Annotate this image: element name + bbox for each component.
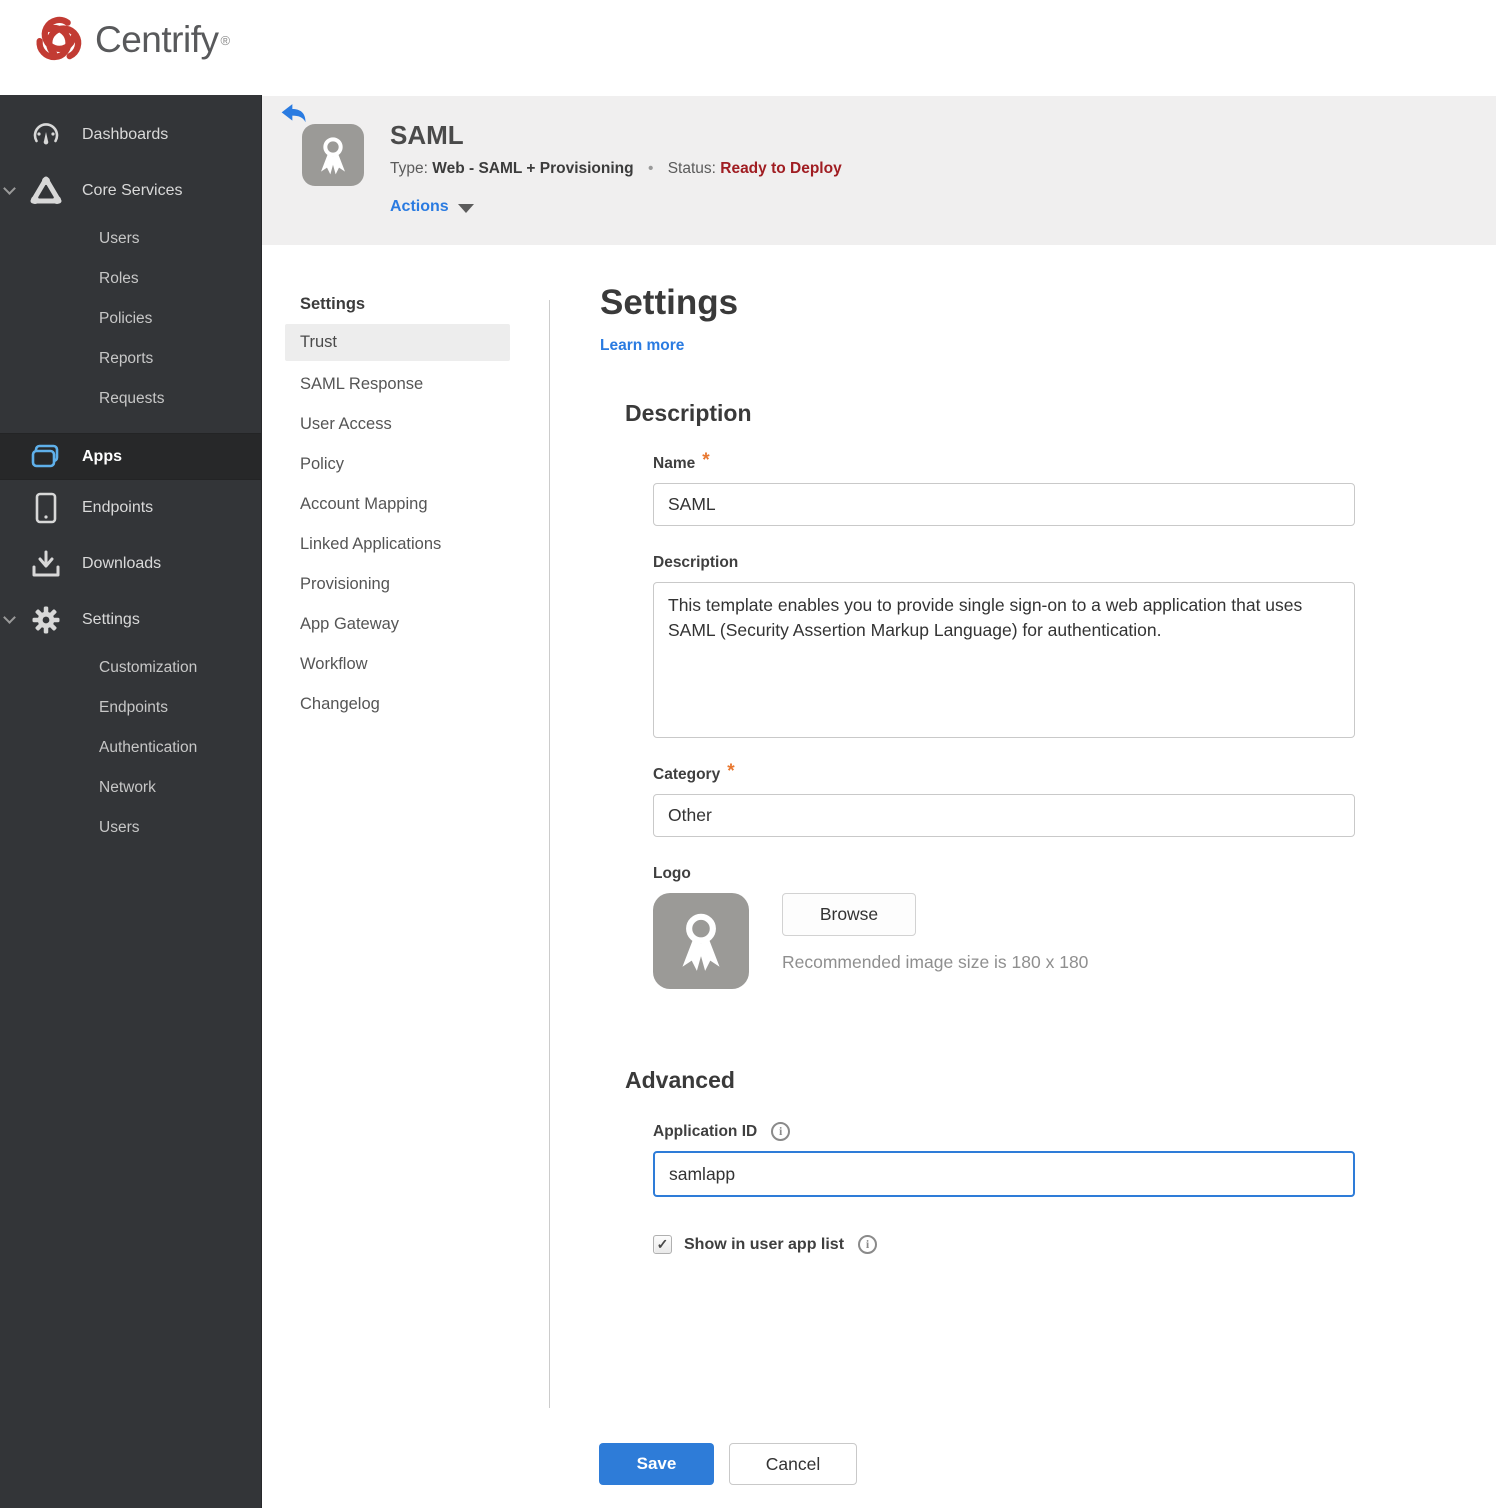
application-id-field[interactable] xyxy=(653,1151,1355,1197)
page-title: SAML xyxy=(390,120,464,150)
sidebar-item-network[interactable]: Network xyxy=(0,768,261,808)
required-asterisk: * xyxy=(702,450,710,471)
subnav-item-provisioning[interactable]: Provisioning xyxy=(285,564,510,604)
gauge-icon xyxy=(28,120,64,150)
description-label: Description xyxy=(653,554,739,571)
application-id-label: Application ID xyxy=(653,1122,758,1140)
sidebar-item-core-services[interactable]: Core Services xyxy=(0,163,261,219)
sidebar-item-settings-users[interactable]: Users xyxy=(0,808,261,848)
logo-preview xyxy=(653,893,749,989)
sidebar-item-label: Apps xyxy=(82,447,122,465)
sidebar-item-label: Dashboards xyxy=(82,126,169,143)
subnav-item-trust[interactable]: Trust xyxy=(285,324,510,361)
application-id-label-row: Application ID i xyxy=(653,1122,1390,1141)
category-field[interactable] xyxy=(653,794,1355,837)
logo-size-hint: Recommended image size is 180 x 180 xyxy=(782,952,1089,972)
vertical-divider xyxy=(549,300,550,1408)
sidebar-item-label: Settings xyxy=(82,611,140,628)
name-label-row: Name * xyxy=(653,450,1390,473)
sidebar-item-customization[interactable]: Customization xyxy=(0,648,261,688)
saml-app-icon xyxy=(302,124,364,186)
description-heading: Description xyxy=(625,400,752,426)
info-icon[interactable]: i xyxy=(771,1122,791,1141)
name-label: Name xyxy=(653,455,696,472)
chevron-down-icon[interactable] xyxy=(5,184,14,193)
dropdown-triangle-icon xyxy=(457,203,474,213)
browse-button[interactable]: Browse xyxy=(782,893,916,936)
apps-icon xyxy=(28,444,64,470)
brand-registered-mark: ® xyxy=(220,32,231,48)
sidebar-item-apps[interactable]: Apps xyxy=(0,433,261,480)
logo-label: Logo xyxy=(653,865,691,882)
info-icon[interactable]: i xyxy=(858,1235,878,1254)
top-bar: Centrify ® xyxy=(0,0,1496,95)
subnav-list: Trust SAML Response User Access Policy A… xyxy=(285,324,510,724)
award-ribbon-icon xyxy=(682,913,720,971)
sidebar-item-label: Core Services xyxy=(82,182,183,199)
back-arrow-icon[interactable] xyxy=(280,102,310,128)
subnav-item-user-access[interactable]: User Access xyxy=(285,404,510,444)
type-label: Type: xyxy=(390,160,428,177)
category-label-row: Category * xyxy=(653,761,1390,784)
sidebar-item-policies[interactable]: Policies xyxy=(0,299,261,339)
type-value: Web - SAML + Provisioning xyxy=(432,160,634,177)
sidebar-item-endpoints[interactable]: Endpoints xyxy=(0,480,261,536)
sidebar-item-label: Downloads xyxy=(82,555,162,572)
learn-more-link[interactable]: Learn more xyxy=(600,337,684,355)
show-in-user-app-list-row: ✓ Show in user app list i xyxy=(653,1235,1390,1254)
subnav-item-account-mapping[interactable]: Account Mapping xyxy=(285,484,510,524)
settings-subnav: Settings Trust SAML Response User Access… xyxy=(262,245,549,724)
app-header: SAML Type: Web - SAML + Provisioning • S… xyxy=(262,96,1496,245)
sidebar-item-authentication[interactable]: Authentication xyxy=(0,728,261,768)
subnav-title: Settings xyxy=(300,295,366,313)
section-title: Settings xyxy=(600,283,739,322)
subnav-item-linked-applications[interactable]: Linked Applications xyxy=(285,524,510,564)
status-label: Status: xyxy=(667,160,716,177)
download-icon xyxy=(28,549,64,579)
subnav-item-changelog[interactable]: Changelog xyxy=(285,684,510,724)
name-field[interactable] xyxy=(653,483,1355,526)
sidebar-item-settings-endpoints[interactable]: Endpoints xyxy=(0,688,261,728)
sidebar-item-reports[interactable]: Reports xyxy=(0,339,261,379)
subnav-item-saml-response[interactable]: SAML Response xyxy=(285,364,510,404)
description-field[interactable]: This template enables you to provide sin… xyxy=(653,582,1355,738)
award-ribbon-icon xyxy=(321,137,345,175)
sidebar-item-dashboards[interactable]: Dashboards xyxy=(0,107,261,163)
dot-separator: • xyxy=(647,160,654,177)
chevron-down-icon[interactable] xyxy=(5,613,14,622)
gear-icon xyxy=(28,605,64,635)
cancel-button[interactable]: Cancel xyxy=(729,1443,857,1485)
sidebar-item-settings[interactable]: Settings xyxy=(0,592,261,648)
status-badge: Ready to Deploy xyxy=(720,160,842,177)
core-services-icon xyxy=(28,176,64,206)
sidebar-item-requests[interactable]: Requests xyxy=(0,379,261,419)
form-footer: Save Cancel xyxy=(599,1443,857,1485)
actions-dropdown[interactable]: Actions xyxy=(390,198,474,216)
subnav-item-policy[interactable]: Policy xyxy=(285,444,510,484)
show-in-user-app-list-checkbox[interactable]: ✓ xyxy=(653,1235,672,1254)
sidebar: Dashboards Core Services Users Roles Pol… xyxy=(0,95,262,1508)
subnav-item-app-gateway[interactable]: App Gateway xyxy=(285,604,510,644)
actions-label: Actions xyxy=(390,198,449,215)
advanced-heading: Advanced xyxy=(625,1067,735,1093)
sidebar-item-downloads[interactable]: Downloads xyxy=(0,536,261,592)
device-icon xyxy=(28,492,64,524)
save-button[interactable]: Save xyxy=(599,1443,714,1485)
sidebar-item-roles[interactable]: Roles xyxy=(0,259,261,299)
brand-name: Centrify xyxy=(95,19,219,60)
sidebar-item-label: Endpoints xyxy=(82,499,154,516)
brand-logo: Centrify ® xyxy=(33,14,230,66)
category-label: Category xyxy=(653,766,721,783)
sidebar-item-users[interactable]: Users xyxy=(0,219,261,259)
centrify-swirl-icon xyxy=(36,16,82,61)
settings-form: Settings Learn more Description Name * D… xyxy=(600,283,1390,1254)
required-asterisk: * xyxy=(727,761,735,782)
show-in-user-app-list-label: Show in user app list xyxy=(684,1235,845,1253)
subnav-item-workflow[interactable]: Workflow xyxy=(285,644,510,684)
app-meta: Type: Web - SAML + Provisioning • Status… xyxy=(390,160,842,178)
